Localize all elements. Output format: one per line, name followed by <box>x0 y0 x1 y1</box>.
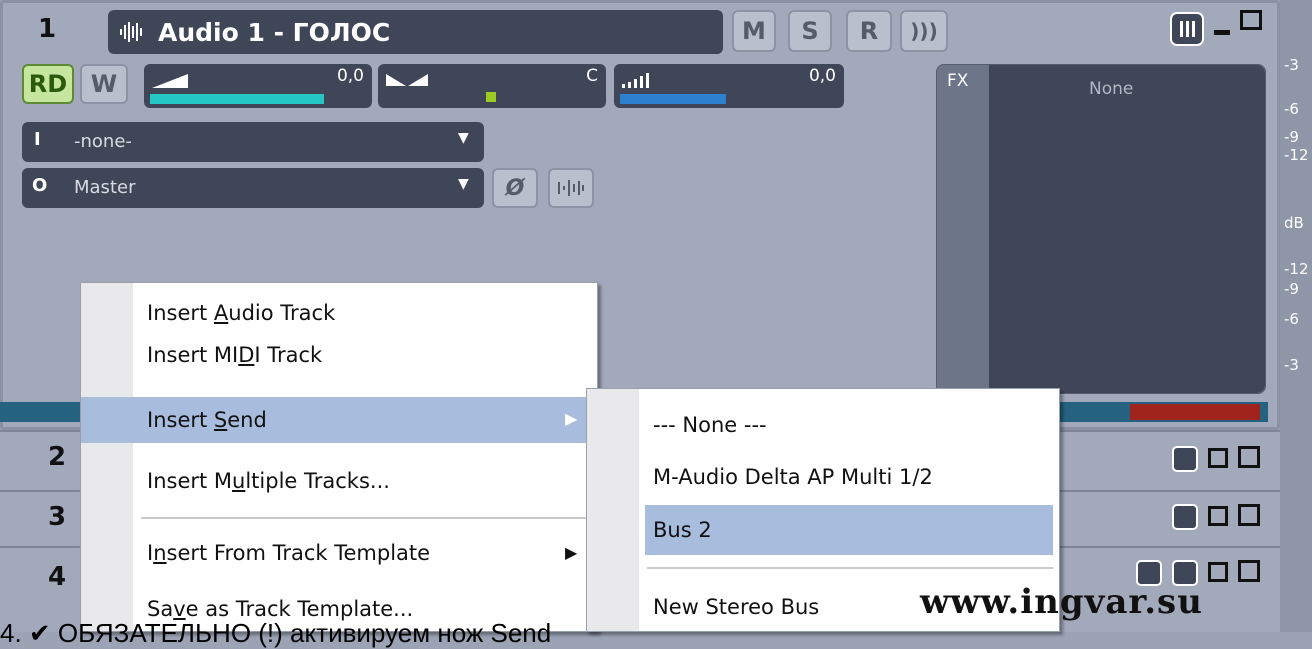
menu-item-insert-midi-track[interactable]: Insert MIDI Track <box>81 335 597 375</box>
minimize-icon[interactable] <box>1214 30 1230 35</box>
send-item-bus-2[interactable]: Bus 2 <box>645 505 1053 555</box>
submenu-arrow-icon: ▶ <box>565 543 578 562</box>
menu-accel: D <box>238 343 255 367</box>
menu-label: end <box>227 408 267 432</box>
maximize-icon[interactable] <box>1238 560 1260 582</box>
phase-invert-button[interactable]: Ø <box>492 168 538 208</box>
monitor-button[interactable]: ))) <box>900 10 948 52</box>
scale-label: dB <box>1284 214 1304 232</box>
waveform-icon <box>118 21 146 43</box>
menu-item-insert-audio-track[interactable]: Insert Audio Track <box>81 293 597 333</box>
submenu-arrow-icon: ▶ <box>565 409 578 428</box>
pan-slider[interactable]: C <box>378 64 606 108</box>
fx-chain-list[interactable]: None <box>989 65 1265 393</box>
track-layout-icon[interactable] <box>1172 504 1198 530</box>
menu-accel: S <box>213 408 228 432</box>
menu-item-insert-send[interactable]: Insert Send ▶ <box>81 397 597 443</box>
menu-label: Insert M <box>147 469 233 493</box>
menu-label: I Track <box>254 343 323 367</box>
record-arm-button[interactable]: R <box>846 10 892 52</box>
output-dropdown[interactable]: O Master ▼ <box>22 168 484 208</box>
menu-label: Insert <box>147 408 214 432</box>
scale-label: -6 <box>1284 100 1299 118</box>
volume-value: 0,0 <box>336 66 364 86</box>
maximize-icon[interactable] <box>1238 504 1260 526</box>
scale-label: -12 <box>1284 260 1309 278</box>
chevron-down-icon: ▼ <box>458 130 469 146</box>
output-value: Master <box>74 177 136 198</box>
menu-label: ltiple Tracks... <box>245 469 390 493</box>
fx-label: FX <box>947 71 969 91</box>
menu-label: Insert <box>147 301 214 325</box>
input-dropdown[interactable]: I -none- ▼ <box>22 122 484 162</box>
pan-marker <box>486 92 496 102</box>
mute-button[interactable]: M <box>732 10 776 52</box>
meter-scale: -3 -6 -9 -12 dB -12 -9 -6 -3 <box>1280 0 1312 632</box>
menu-label: Insert MI <box>147 343 239 367</box>
track-layout-icon[interactable] <box>1170 12 1204 46</box>
context-menu: Insert Audio Track Insert MIDI Track Ins… <box>80 282 598 632</box>
track-number: 1 <box>38 14 57 44</box>
restore-icon[interactable] <box>1208 448 1228 468</box>
width-value: 0,0 <box>808 66 836 86</box>
maximize-icon[interactable] <box>1240 10 1262 30</box>
restore-icon[interactable] <box>1208 506 1228 526</box>
track-name-field[interactable]: Audio 1 - ГОЛОС <box>108 10 723 54</box>
track-name: Audio 1 - ГОЛОС <box>158 17 391 47</box>
menu-label: udio Track <box>228 301 336 325</box>
fx-panel[interactable]: FX None <box>936 64 1266 394</box>
scale-label: -6 <box>1284 310 1299 328</box>
scale-label: -3 <box>1284 356 1299 374</box>
fx-chain-value: None <box>1089 79 1134 99</box>
phase-icon: Ø <box>505 175 525 201</box>
send-item-hardware-output[interactable]: M-Audio Delta AP Multi 1/2 <box>587 457 1059 497</box>
track-layout-icon[interactable] <box>1172 446 1198 472</box>
solo-button[interactable]: S <box>788 10 832 52</box>
pan-value: C <box>586 66 598 86</box>
chevron-down-icon: ▼ <box>458 176 469 192</box>
write-automation-button[interactable]: W <box>80 64 128 104</box>
routing-icon <box>558 180 584 196</box>
io-routing-button[interactable] <box>548 168 594 208</box>
volume-bar <box>150 94 324 104</box>
menu-accel: A <box>213 301 229 325</box>
maximize-icon[interactable] <box>1238 446 1260 468</box>
track-number: 2 <box>48 442 67 472</box>
width-slider[interactable]: 0,0 <box>614 64 844 108</box>
track-number: 3 <box>48 502 67 532</box>
track-number: 4 <box>48 562 67 592</box>
width-bar <box>620 94 726 104</box>
menu-separator <box>141 517 587 519</box>
menu-label: sert From Track Template <box>166 541 431 565</box>
menu-accel: n <box>153 541 167 565</box>
watermark: www.ingvar.su <box>920 582 1203 622</box>
menu-accel: u <box>232 469 246 493</box>
scale-label: -9 <box>1284 128 1299 146</box>
scale-label: -3 <box>1284 56 1299 74</box>
menu-item-insert-from-template[interactable]: Insert From Track Template ▶ <box>81 533 597 573</box>
track-meter-peak <box>1130 404 1260 420</box>
scale-label: -9 <box>1284 280 1299 298</box>
volume-slider[interactable]: 0,0 <box>144 64 372 108</box>
scale-label: -12 <box>1284 146 1309 164</box>
menu-item-insert-multiple-tracks[interactable]: Insert Multiple Tracks... <box>81 461 597 501</box>
menu-separator <box>647 567 1053 569</box>
input-prefix: I <box>34 129 41 150</box>
read-automation-button[interactable]: RD <box>22 64 74 104</box>
caption: 4. ✔ ОБЯЗАТЕЛЬНО (!) активируем нож Send <box>0 618 552 648</box>
restore-icon[interactable] <box>1208 562 1228 582</box>
output-prefix: O <box>32 175 48 196</box>
send-item-none[interactable]: --- None --- <box>587 405 1059 445</box>
input-value: -none- <box>74 131 132 152</box>
